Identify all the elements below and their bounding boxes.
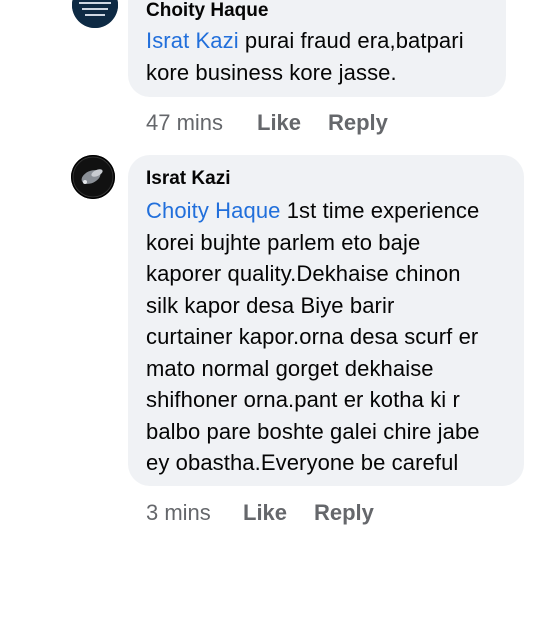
reply-button[interactable]: Reply xyxy=(314,500,374,526)
avatar[interactable] xyxy=(71,155,115,199)
reply-button[interactable]: Reply xyxy=(328,110,388,136)
comment-bubble: Choity Haque Israt Kazi purai fraud era,… xyxy=(128,0,506,97)
comment-meta: 3 mins Like Reply xyxy=(146,500,446,526)
comment-bubble: Israt Kazi Choity Haque 1st time experie… xyxy=(128,155,524,486)
avatar-image xyxy=(72,0,118,28)
avatar[interactable] xyxy=(72,0,118,28)
comment-timestamp[interactable]: 3 mins xyxy=(146,500,211,526)
comment-meta: 47 mins Like Reply xyxy=(146,110,446,136)
like-button[interactable]: Like xyxy=(257,110,301,136)
comment-text: Choity Haque 1st time experience korei b… xyxy=(146,198,480,475)
comment-timestamp[interactable]: 47 mins xyxy=(146,110,223,136)
comment-text: Israt Kazi purai fraud era,batpari kore … xyxy=(146,28,464,85)
like-button[interactable]: Like xyxy=(243,500,287,526)
comment-author[interactable]: Choity Haque xyxy=(146,0,496,22)
mention-link[interactable]: Choity Haque xyxy=(146,198,281,223)
avatar-image xyxy=(71,155,115,199)
mention-link[interactable]: Israt Kazi xyxy=(146,28,239,53)
comment-author[interactable]: Israt Kazi xyxy=(146,168,518,190)
